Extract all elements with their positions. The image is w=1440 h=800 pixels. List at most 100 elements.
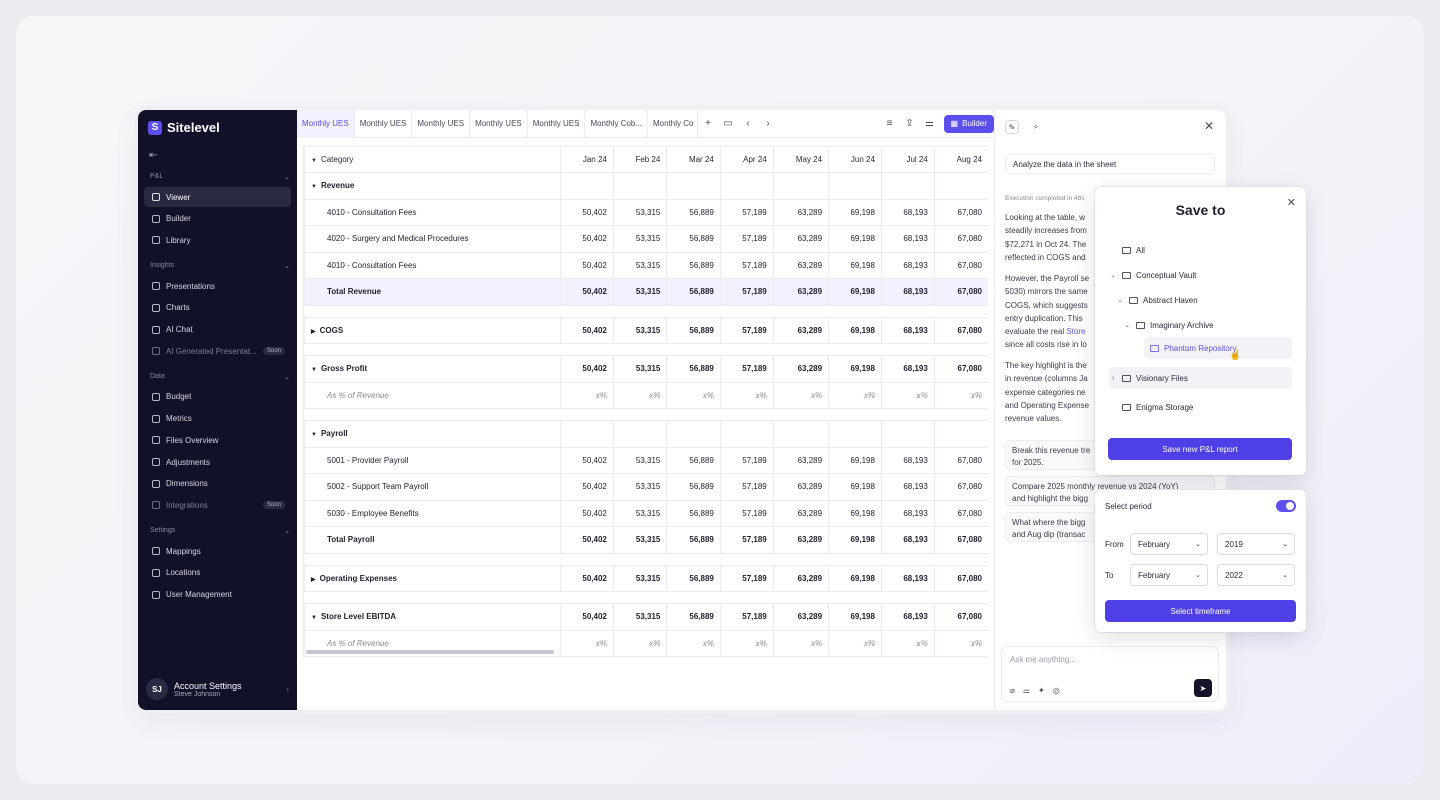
value-cell[interactable]: x% (828, 381, 882, 409)
row-label-cell[interactable]: ▼ Revenue (304, 172, 561, 200)
value-cell[interactable]: 68,193 (880, 198, 935, 226)
folder-phantom-repository[interactable]: Phantom Repository (1144, 337, 1292, 359)
value-cell[interactable]: 50,402 (560, 499, 614, 527)
value-cell[interactable]: 56,889 (666, 473, 721, 501)
value-cell[interactable]: 68,193 (880, 564, 935, 592)
chevron-down-icon[interactable]: ⌄ (1123, 321, 1131, 329)
search-icon[interactable]: ⌕ (1029, 120, 1043, 134)
value-cell[interactable] (828, 172, 882, 200)
value-cell[interactable]: x% (560, 381, 614, 409)
sidebar-item-budget[interactable]: Budget (144, 387, 291, 407)
value-cell[interactable]: 69,198 (828, 603, 882, 631)
value-cell[interactable]: 50,402 (560, 446, 614, 474)
value-cell[interactable]: 57,189 (719, 446, 774, 474)
value-cell[interactable]: 67,080 (933, 355, 988, 383)
chevron-down-icon[interactable]: ⌄ (284, 527, 290, 535)
value-cell[interactable]: 63,289 (772, 355, 830, 383)
value-cell[interactable]: 63,289 (772, 526, 830, 554)
value-cell[interactable]: 63,289 (772, 198, 830, 226)
value-cell[interactable] (612, 172, 668, 200)
value-cell[interactable] (719, 420, 774, 448)
tab-4[interactable]: Monthly UES (470, 110, 528, 138)
value-cell[interactable] (828, 420, 882, 448)
value-cell[interactable] (933, 172, 988, 200)
chevron-left-icon[interactable]: ‹ (738, 110, 758, 138)
sidebar-item-files-overview[interactable]: Files Overview (144, 430, 291, 450)
caret-down-icon[interactable]: ▼ (311, 367, 317, 373)
value-cell[interactable]: 63,289 (772, 473, 830, 501)
value-cell[interactable]: 53,315 (612, 564, 668, 592)
store-link[interactable]: Store (1066, 327, 1085, 336)
tab-5[interactable]: Monthly UES (528, 110, 586, 138)
value-cell[interactable]: x% (880, 629, 935, 657)
value-cell[interactable]: 50,402 (560, 603, 614, 631)
value-cell[interactable]: 53,315 (612, 526, 668, 554)
value-cell[interactable] (772, 420, 830, 448)
value-cell[interactable]: 68,193 (880, 446, 935, 474)
select-timeframe-button[interactable]: Select timeframe (1105, 600, 1296, 622)
value-cell[interactable]: 69,198 (828, 526, 882, 554)
value-cell[interactable]: 68,193 (880, 316, 935, 344)
value-cell[interactable]: 67,080 (933, 251, 988, 279)
value-cell[interactable]: 50,402 (560, 198, 614, 226)
value-cell[interactable]: 53,315 (612, 603, 668, 631)
value-cell[interactable]: 63,289 (772, 251, 830, 279)
builder-button[interactable]: ▦ Builder (943, 114, 994, 133)
value-cell[interactable]: 69,198 (828, 278, 882, 306)
caret-right-icon[interactable]: ▶ (311, 329, 316, 335)
value-cell[interactable]: 53,315 (612, 198, 668, 226)
row-label-cell[interactable]: ▼ Gross Profit (304, 355, 561, 383)
value-cell[interactable]: x% (612, 381, 668, 409)
value-cell[interactable]: 63,289 (772, 499, 830, 527)
horizontal-scrollbar[interactable] (306, 650, 554, 654)
value-cell[interactable]: 56,889 (666, 316, 721, 344)
value-cell[interactable]: 69,198 (828, 499, 882, 527)
sidebar-item-dimensions[interactable]: Dimensions (144, 474, 291, 494)
chevron-down-icon[interactable]: ⌄ (284, 262, 290, 270)
edit-icon[interactable]: ✎ (1005, 120, 1019, 134)
row-label-cell[interactable]: ▶ COGS (304, 316, 561, 344)
collapse-all-icon[interactable]: ▼ (311, 158, 317, 164)
value-cell[interactable]: 63,289 (772, 278, 830, 306)
tab-6[interactable]: Monthly Cob... (585, 110, 649, 138)
sidebar-item-viewer[interactable]: Viewer (144, 187, 291, 207)
ask-input[interactable]: Ask me anything... ⌀ ⚌ ✦ ◎ ➤ (1001, 646, 1219, 702)
value-cell[interactable]: 50,402 (560, 355, 614, 383)
share-icon[interactable]: ⇪ (900, 110, 920, 138)
caret-down-icon[interactable]: ▼ (311, 615, 317, 621)
target-icon[interactable]: ◎ (1053, 686, 1060, 695)
value-cell[interactable]: x% (666, 381, 721, 409)
value-cell[interactable]: x% (880, 381, 935, 409)
value-cell[interactable]: 68,193 (880, 499, 935, 527)
value-cell[interactable]: 50,402 (560, 526, 614, 554)
value-cell[interactable] (933, 420, 988, 448)
value-cell[interactable]: 53,315 (612, 225, 668, 253)
value-cell[interactable]: 53,315 (612, 355, 668, 383)
value-cell[interactable]: 67,080 (933, 603, 988, 631)
value-cell[interactable]: 68,193 (880, 225, 935, 253)
brand[interactable]: S Sitelevel (148, 120, 220, 135)
value-cell[interactable]: 50,402 (560, 225, 614, 253)
value-cell[interactable]: 69,198 (828, 198, 882, 226)
value-cell[interactable]: 63,289 (772, 316, 830, 344)
tab-7[interactable]: Monthly Co (648, 110, 699, 138)
value-cell[interactable]: 67,080 (933, 526, 988, 554)
value-cell[interactable]: 53,315 (612, 499, 668, 527)
caret-right-icon[interactable]: ▶ (311, 577, 316, 583)
value-cell[interactable]: 50,402 (560, 316, 614, 344)
value-cell[interactable] (560, 172, 614, 200)
value-cell[interactable]: 68,193 (880, 278, 935, 306)
value-cell[interactable]: 56,889 (666, 499, 721, 527)
chevron-down-icon[interactable]: ⌄ (1116, 296, 1124, 304)
value-cell[interactable]: 57,189 (719, 225, 774, 253)
caret-down-icon[interactable]: ▼ (311, 184, 317, 190)
chevron-right-icon[interactable]: › (1109, 375, 1117, 382)
magic-wand-icon[interactable]: ✦ (1038, 686, 1045, 695)
folder-icon[interactable]: ▭ (718, 110, 738, 138)
sidebar-item-adjustments[interactable]: Adjustments (144, 452, 291, 472)
value-cell[interactable]: 67,080 (933, 473, 988, 501)
value-cell[interactable] (666, 420, 721, 448)
sidebar-item-metrics[interactable]: Metrics (144, 409, 291, 429)
value-cell[interactable]: 69,198 (828, 316, 882, 344)
sidebar-item-ai-chat[interactable]: AI Chat (144, 320, 291, 340)
